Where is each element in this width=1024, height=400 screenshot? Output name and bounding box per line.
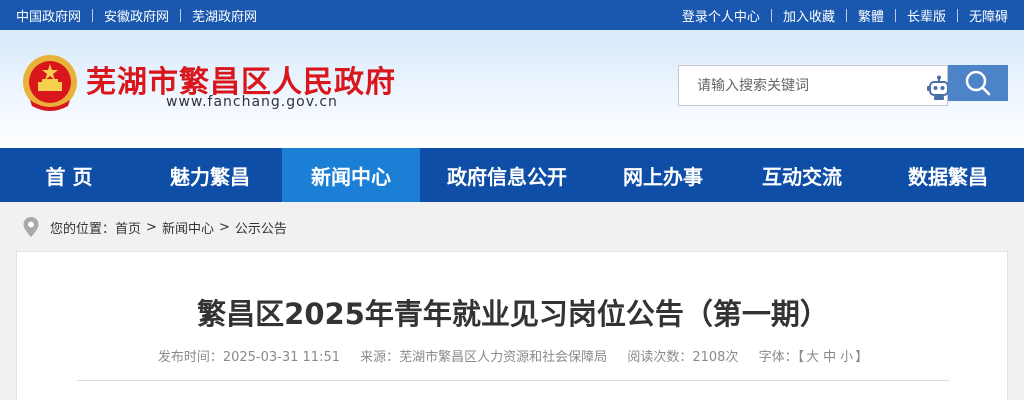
nav-item-news-center[interactable]: 新闻中心: [282, 148, 420, 202]
site-url: www.fanchang.gov.cn: [166, 94, 338, 110]
nav-item-online-services[interactable]: 网上办事: [594, 148, 732, 202]
font-size-large[interactable]: 大: [806, 350, 819, 365]
elder-mode-link[interactable]: 长辈版: [907, 6, 946, 25]
external-links: 中国政府网 安徽政府网 芜湖政府网: [16, 0, 257, 30]
view-count: 阅读次数：2108次: [627, 350, 738, 365]
source-label: 来源：: [360, 350, 400, 365]
divider: [956, 8, 958, 22]
accessibility-link[interactable]: 无障碍: [969, 6, 1008, 25]
nav-item-gov-info[interactable]: 政府信息公开: [420, 148, 594, 202]
font-size-medium[interactable]: 中: [823, 350, 836, 365]
nav-item-interaction[interactable]: 互动交流: [732, 148, 872, 202]
publish-time-value: 2025-03-31 11:51: [222, 350, 340, 365]
national-emblem-icon: [23, 55, 77, 111]
divider: [770, 8, 772, 22]
views-value: 2108次: [692, 350, 739, 365]
top-utility-bar: 中国政府网 安徽政府网 芜湖政府网 登录个人中心 加入收藏 繁體 长辈版 无障碍: [0, 0, 1024, 30]
divider: [92, 8, 94, 22]
link-anhui-gov[interactable]: 安徽政府网: [104, 6, 169, 25]
nav-item-data-fanchang[interactable]: 数据繁昌: [872, 148, 1024, 202]
site-header: 芜湖市繁昌区人民政府 www.fanchang.gov.cn: [0, 30, 1024, 148]
user-links: 登录个人中心 加入收藏 繁體 长辈版 无障碍: [682, 0, 1008, 30]
add-favorite-link[interactable]: 加入收藏: [783, 6, 835, 25]
source-value: 芜湖市繁昌区人力资源和社会保障局: [399, 350, 608, 365]
article-panel: 繁昌区2025年青年就业见习岗位公告（第一期） 发布时间：2025-03-31 …: [16, 251, 1008, 400]
article-meta: 发布时间：2025-03-31 11:51 来源：芜湖市繁昌区人力资源和社会保障…: [17, 346, 1009, 365]
breadcrumb-prefix: 您的位置：: [50, 221, 116, 237]
breadcrumb-separator: >: [146, 219, 157, 235]
link-wuhu-gov[interactable]: 芜湖政府网: [192, 6, 257, 25]
search-box: [678, 65, 1008, 106]
article-source: 来源：芜湖市繁昌区人力资源和社会保障局: [360, 350, 607, 365]
breadcrumb-announcements[interactable]: 公示公告: [235, 218, 287, 237]
font-size-label: 字体：: [758, 350, 798, 365]
link-china-gov[interactable]: 中国政府网: [16, 6, 81, 25]
search-icon: [965, 70, 991, 96]
divider: [845, 8, 847, 22]
login-link[interactable]: 登录个人中心: [682, 6, 760, 25]
breadcrumb: 您的位置： 首页 > 新闻中心 > 公示公告: [22, 216, 287, 238]
nav-item-charm-fanchang[interactable]: 魅力繁昌: [138, 148, 282, 202]
publish-time-label: 发布时间：: [157, 350, 223, 365]
search-input[interactable]: [678, 65, 948, 106]
article-title: 繁昌区2025年青年就业见习岗位公告（第一期）: [197, 297, 829, 331]
location-pin-icon: [23, 217, 39, 237]
font-size-bracket-close: 】: [855, 350, 869, 365]
search-button[interactable]: [948, 65, 1008, 101]
views-label: 阅读次数：: [627, 350, 693, 365]
breadcrumb-news-center[interactable]: 新闻中心: [162, 218, 214, 237]
breadcrumb-separator: >: [218, 219, 230, 235]
divider: [894, 8, 896, 22]
font-size-bracket-open: 【: [797, 350, 805, 365]
font-size-small[interactable]: 小: [840, 350, 853, 365]
nav-item-home[interactable]: 首 页: [0, 148, 138, 202]
main-nav: 首 页 魅力繁昌 新闻中心 政府信息公开 网上办事 互动交流 数据繁昌: [0, 148, 1024, 202]
publish-time: 发布时间：2025-03-31 11:51: [158, 350, 340, 365]
divider: [77, 380, 949, 381]
breadcrumb-home[interactable]: 首页: [115, 218, 141, 237]
font-size-control: 字体：【大中小】: [759, 350, 869, 365]
traditional-chinese-link[interactable]: 繁體: [858, 6, 884, 25]
divider: [180, 8, 182, 22]
